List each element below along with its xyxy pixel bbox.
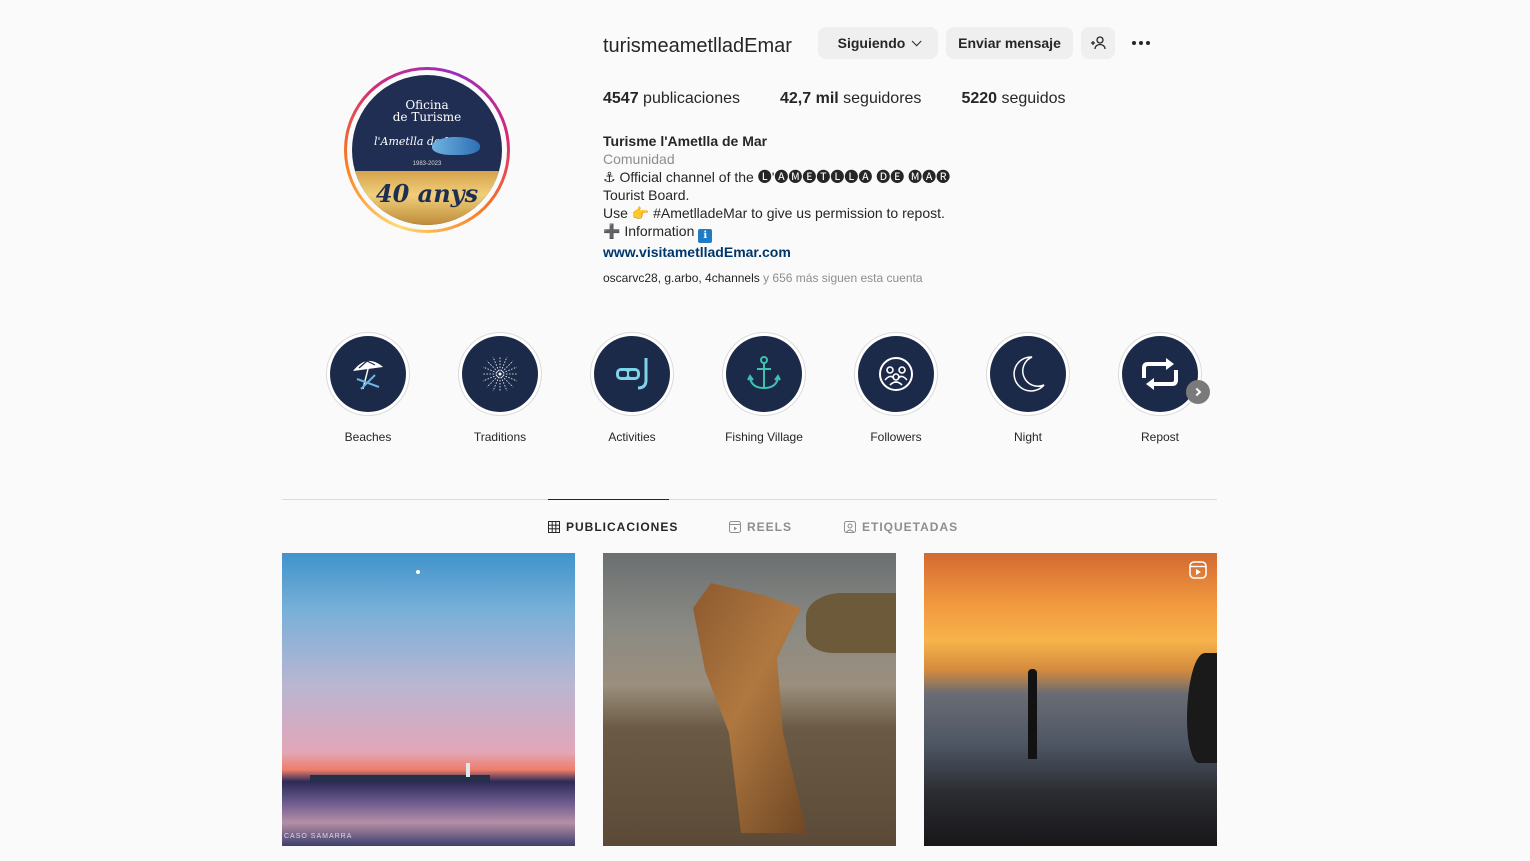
lighthouse (466, 763, 470, 777)
snorkel-mask-icon (616, 358, 648, 390)
cliff (806, 593, 896, 653)
send-message-button[interactable]: Enviar mensaje (946, 27, 1073, 59)
grid-icon (548, 521, 560, 533)
tabs-divider (282, 499, 1217, 500)
pier-silhouette (310, 775, 490, 782)
avatar-years: 1983-2023 (412, 161, 442, 167)
profile-bio: Turisme l'Ametlla de Mar Comunidad ⚓ Off… (603, 132, 950, 261)
avatar-line1: Oficina de Turisme (392, 98, 462, 124)
avatar: Oficina de Turisme l'Ametlla de Mar 1983-… (352, 75, 502, 225)
avatar-gap: Oficina de Turisme l'Ametlla de Mar 1983-… (347, 70, 507, 230)
reels-icon (729, 521, 741, 533)
umbrella-chair-icon (353, 360, 383, 390)
post-thumbnail[interactable] (603, 553, 896, 846)
add-user-icon (1091, 36, 1106, 50)
highlight-label: Traditions (473, 430, 527, 444)
profile-avatar-ring[interactable]: Oficina de Turisme l'Ametlla de Mar 1983-… (344, 67, 510, 233)
highlight-label: Activities (608, 430, 656, 444)
moon-dot (416, 570, 420, 574)
highlight-activities[interactable]: Activities (590, 332, 674, 444)
person-silhouette (1028, 669, 1037, 759)
bio-line-3: Use 👉 #AmetlladeMar to give us permissio… (603, 205, 945, 221)
post-thumbnail[interactable]: CASO SAMARRA (282, 553, 575, 846)
chevron-right-icon (1192, 387, 1201, 397)
tab-reels[interactable]: REELS (729, 520, 792, 534)
highlight-label: Followers (870, 430, 922, 444)
highlight-label: Night (1013, 430, 1042, 444)
rock-formation (693, 583, 807, 833)
avatar-anniversary: 40 anys (375, 179, 479, 208)
following-stat[interactable]: 5220 seguidos (961, 90, 1065, 108)
highlight-traditions[interactable]: Traditions (458, 332, 542, 444)
active-tab-indicator (548, 499, 669, 500)
suggest-users-button[interactable] (1081, 27, 1115, 59)
people-icon (879, 357, 913, 391)
tab-label: ETIQUETADAS (862, 520, 959, 534)
moon-icon (1013, 356, 1045, 392)
repost-icon (1142, 358, 1178, 390)
followed-by-users[interactable]: oscarvc28, g.arbo, 4channels (603, 271, 760, 285)
highlight-label: Fishing Village (725, 430, 803, 444)
post-thumbnail[interactable] (924, 553, 1217, 846)
following-button[interactable]: Siguiendo (818, 27, 938, 59)
avatar-wave-graphic (432, 137, 480, 155)
followers-stat[interactable]: 42,7 mil seguidores (780, 90, 921, 108)
profile-name: Turisme l'Ametlla de Mar (603, 133, 768, 149)
anchor-icon (747, 356, 781, 390)
photo-credit: CASO SAMARRA (284, 833, 353, 840)
highlight-label: Beaches (344, 430, 392, 444)
highlights-next-button[interactable] (1186, 380, 1210, 404)
bio-line-4: ➕ Information ℹ (603, 222, 950, 243)
profile-category: Comunidad (603, 151, 675, 167)
highlight-night[interactable]: Night (986, 332, 1070, 444)
username: turismeametlladEmar (603, 35, 792, 57)
rocks-silhouette (1187, 653, 1217, 763)
profile-stats: 4547 publicaciones 42,7 mil seguidores 5… (603, 90, 1066, 108)
tagged-icon (844, 521, 856, 533)
bio-line-2: Tourist Board. (603, 187, 690, 203)
highlight-label: Repost (1140, 430, 1180, 444)
reel-badge-icon (1189, 561, 1207, 579)
highlight-followers[interactable]: Followers (854, 332, 938, 444)
bio-line-1: ⚓ Official channel of the 🅛'🅐🅜🅔🅣🅛🅛🅐 🅓🅔 🅜… (603, 169, 951, 185)
followed-by[interactable]: oscarvc28, g.arbo, 4channels y 656 más s… (603, 271, 923, 285)
tab-etiquetadas[interactable]: ETIQUETADAS (844, 520, 958, 534)
tab-label: PUBLICACIONES (566, 520, 679, 534)
highlight-beaches[interactable]: Beaches (326, 332, 410, 444)
posts-stat: 4547 publicaciones (603, 90, 740, 107)
profile-website-link[interactable]: www.visitametlladEmar.com (603, 243, 950, 261)
chevron-down-icon (911, 35, 922, 46)
tab-publicaciones[interactable]: PUBLICACIONES (548, 520, 678, 534)
highlight-fishing-village[interactable]: Fishing Village (722, 332, 806, 444)
tab-label: REELS (747, 520, 793, 534)
more-options-icon[interactable] (1132, 34, 1156, 52)
following-label: Siguiendo (837, 35, 906, 51)
info-icon: ℹ (698, 229, 713, 243)
fireworks-icon (482, 356, 518, 392)
